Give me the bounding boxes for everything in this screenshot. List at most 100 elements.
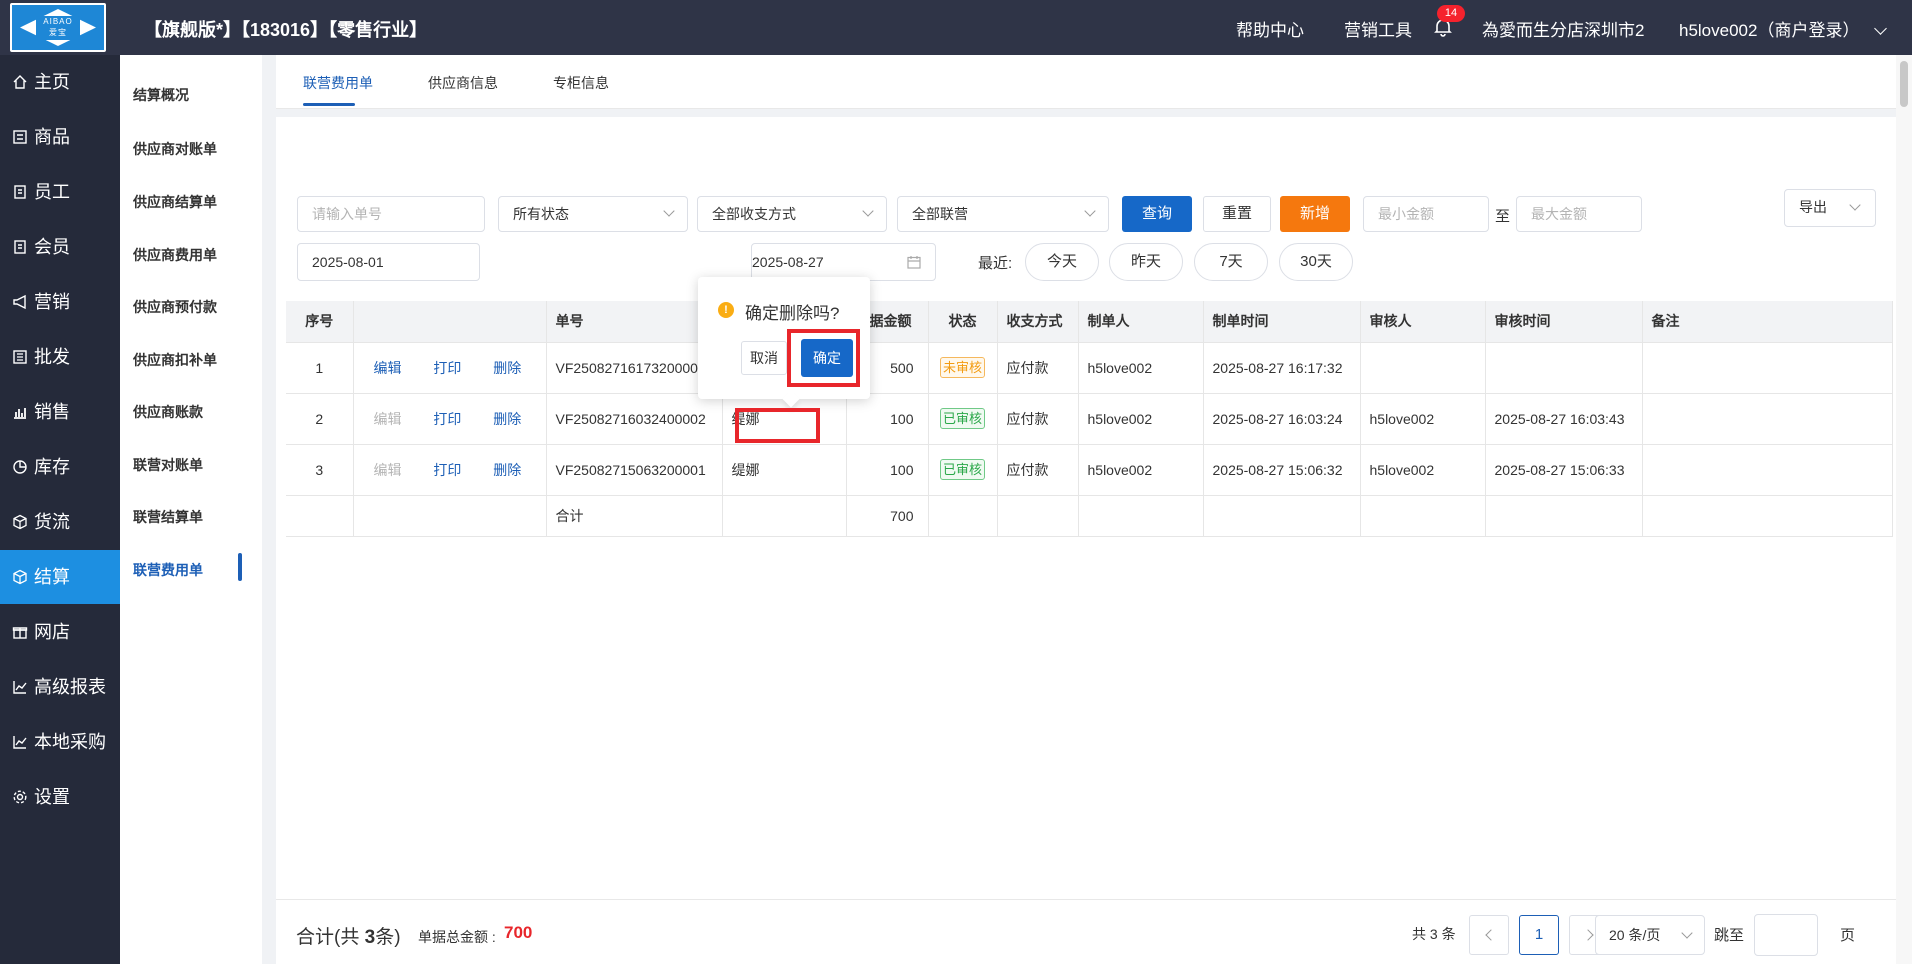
- scrollbar-thumb[interactable]: [1900, 61, 1908, 107]
- audited-time-cell: 2025-08-27 16:03:43: [1485, 392, 1643, 444]
- payment-cell: 应付款: [997, 341, 1079, 393]
- scrollbar[interactable]: [1896, 55, 1912, 964]
- sub-item-supplier-settlement[interactable]: 供应商结算单: [133, 192, 217, 212]
- nav-item-member[interactable]: 会员: [0, 220, 120, 274]
- help-center-link[interactable]: 帮助中心: [1236, 16, 1304, 41]
- edit-link[interactable]: 编辑: [374, 358, 402, 378]
- reset-button[interactable]: 重置: [1203, 196, 1271, 232]
- export-button[interactable]: 导出: [1784, 189, 1876, 227]
- order-no-input[interactable]: 请输入单号: [297, 196, 485, 232]
- main-sidebar: 主页 商品 员工 会员 营销 批发 销售 库存 货流 结算 网店 高级报表 本地…: [0, 55, 120, 964]
- order-no-link[interactable]: VF25082715063200001: [546, 443, 723, 495]
- gift-icon: [12, 627, 28, 639]
- sub-item-joint-statement[interactable]: 联营对账单: [133, 455, 203, 475]
- sub-item-joint-settlement[interactable]: 联营结算单: [133, 507, 203, 527]
- range-separator: 至: [1495, 208, 1511, 225]
- jump-label: 跳至: [1714, 927, 1745, 944]
- sub-item-joint-expense[interactable]: 联营费用单: [133, 560, 203, 580]
- tab-counter-info[interactable]: 专柜信息: [553, 73, 609, 93]
- min-amount-input[interactable]: 最小金额: [1363, 196, 1489, 232]
- status-select[interactable]: 所有状态: [498, 196, 688, 232]
- status-badge: 已审核: [939, 459, 985, 480]
- status-cell: 未审核: [928, 341, 998, 393]
- cube-icon: [13, 514, 27, 530]
- print-link[interactable]: 打印: [433, 409, 461, 429]
- column-header: 单号: [546, 301, 723, 342]
- jump-page-input[interactable]: [1754, 914, 1818, 956]
- nav-item-logistics[interactable]: 货流: [0, 495, 120, 549]
- tab-supplier-info[interactable]: 供应商信息: [428, 73, 498, 93]
- delete-link[interactable]: 删除: [493, 409, 521, 429]
- sub-item-supplier-deduction[interactable]: 供应商扣补单: [133, 350, 217, 370]
- row-actions: 编辑 打印 删除: [353, 443, 547, 495]
- quick-today-button[interactable]: 今天: [1025, 243, 1099, 281]
- query-button[interactable]: 查询: [1122, 196, 1192, 232]
- calendar-icon: [907, 256, 921, 269]
- nav-item-settlement[interactable]: 结算: [0, 550, 120, 604]
- edit-link-disabled: 编辑: [373, 461, 402, 478]
- chevron-down-icon: [1849, 199, 1861, 211]
- gear-icon: [13, 790, 27, 804]
- print-link[interactable]: 打印: [433, 460, 461, 480]
- cancel-button[interactable]: 取消: [741, 341, 787, 375]
- delete-link[interactable]: 删除: [493, 460, 521, 480]
- quick-yesterday-button[interactable]: 昨天: [1109, 243, 1183, 281]
- nav-item-goods[interactable]: 商品: [0, 110, 120, 164]
- main-panel: 请输入单号 所有状态 全部收支方式 全部联营 查询 重置 新增 最小金额 至 最…: [276, 117, 1896, 937]
- warning-icon: !: [718, 302, 734, 318]
- creator-cell: h5love002: [1078, 443, 1204, 495]
- auditor-cell: [1360, 341, 1486, 393]
- column-header: 制单人: [1078, 301, 1204, 342]
- sub-item-supplier-prepay[interactable]: 供应商预付款: [133, 297, 217, 317]
- chevron-down-icon: [862, 205, 874, 217]
- tab-joint-expense[interactable]: 联营费用单: [303, 73, 373, 93]
- order-no-link[interactable]: VF25082716032400002: [546, 392, 723, 444]
- marketing-tools-link[interactable]: 营销工具: [1344, 16, 1412, 41]
- nav-item-settings[interactable]: 设置: [0, 770, 120, 824]
- member-icon: [14, 240, 26, 254]
- store-name[interactable]: 為愛而生分店深圳市2: [1482, 16, 1644, 41]
- nav-item-sales[interactable]: 销售: [0, 385, 120, 439]
- nav-item-home[interactable]: 主页: [0, 55, 120, 109]
- joint-cell: 缇娜: [722, 443, 847, 495]
- nav-item-wholesale[interactable]: 批发: [0, 330, 120, 384]
- prev-page-button[interactable]: [1469, 915, 1509, 955]
- page-number-button[interactable]: 1: [1519, 915, 1559, 955]
- order-no-link[interactable]: VF25082716173200003: [546, 341, 723, 393]
- chevron-down-icon: [1874, 22, 1888, 35]
- status-badge: 未审核: [939, 357, 985, 378]
- chevron-down-icon: [1084, 205, 1096, 217]
- sub-item-overview[interactable]: 结算概况: [133, 85, 189, 105]
- sub-item-supplier-account[interactable]: 供应商账款: [133, 402, 203, 422]
- user-menu[interactable]: h5love002（商户登录）: [1679, 16, 1888, 41]
- nav-item-local-purchase[interactable]: 本地采购: [0, 715, 120, 769]
- column-header: 备注: [1642, 301, 1893, 342]
- joint-select[interactable]: 全部联营: [897, 196, 1109, 232]
- chevron-down-icon: [1681, 927, 1693, 939]
- payment-select[interactable]: 全部收支方式: [697, 196, 887, 232]
- start-date-input[interactable]: 2025-08-01: [297, 243, 480, 281]
- payment-cell: 应付款: [997, 392, 1079, 444]
- nav-item-reports[interactable]: 高级报表: [0, 660, 120, 714]
- row-index: 3: [286, 443, 354, 495]
- add-button[interactable]: 新增: [1280, 196, 1350, 232]
- settle-icon: [13, 569, 27, 585]
- delete-link[interactable]: 删除: [493, 358, 521, 378]
- quick-30days-button[interactable]: 30天: [1279, 243, 1353, 281]
- creator-cell: h5love002: [1078, 392, 1204, 444]
- nav-item-staff[interactable]: 员工: [0, 165, 120, 219]
- nav-item-online-store[interactable]: 网店: [0, 605, 120, 659]
- page-size-select[interactable]: 20 条/页: [1595, 915, 1705, 955]
- app-logo[interactable]: AIBAO 爱宝: [10, 3, 106, 52]
- sub-item-supplier-statement[interactable]: 供应商对账单: [133, 139, 217, 159]
- max-amount-input[interactable]: 最大金额: [1516, 196, 1642, 232]
- sub-item-supplier-expense[interactable]: 供应商费用单: [133, 245, 217, 265]
- end-date-input[interactable]: 2025-08-27: [751, 243, 936, 281]
- auditor-cell: h5love002: [1360, 443, 1486, 495]
- chevron-down-icon: [663, 205, 675, 217]
- print-link[interactable]: 打印: [433, 358, 461, 378]
- nav-item-marketing[interactable]: 营销: [0, 275, 120, 329]
- quick-7days-button[interactable]: 7天: [1194, 243, 1268, 281]
- nav-item-inventory[interactable]: 库存: [0, 440, 120, 494]
- table-row: 3 编辑 打印 删除 VF25082715063200001 缇娜 100 已审…: [286, 443, 1893, 495]
